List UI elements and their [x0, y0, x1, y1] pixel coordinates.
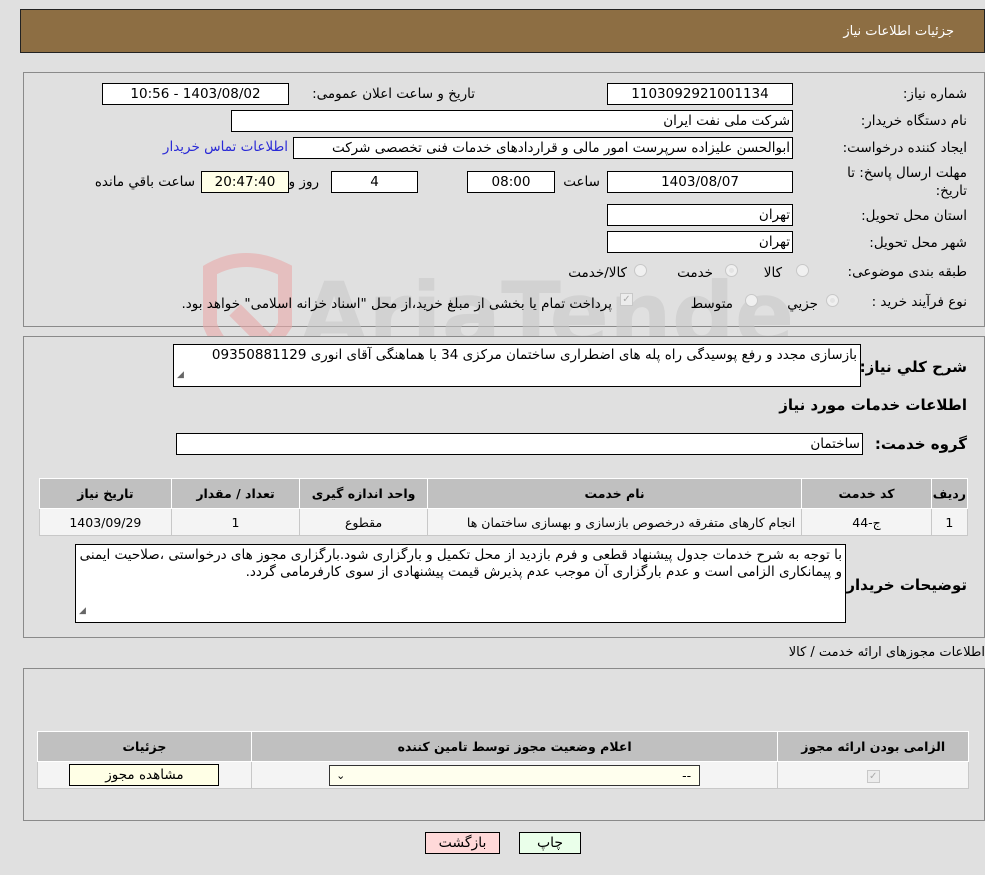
view-permit-button[interactable]: مشاهده مجوز [69, 764, 220, 786]
process-label: نوع فرآیند خرید : [871, 294, 967, 310]
col-service-name: نام خدمت [426, 478, 803, 509]
print-button[interactable]: چاپ [519, 832, 581, 854]
permit-status-select[interactable]: -- ⌄ [329, 764, 701, 786]
description-textarea[interactable]: بازسازی مجدد و رفع پوسیدگی راه پله های ا… [173, 344, 861, 387]
resize-handle-icon[interactable]: ◢ [177, 367, 184, 384]
category-option-service: خدمت [677, 265, 713, 281]
service-group-label: گروه خدمت: [874, 435, 967, 453]
table-row: 1 ج-44 انجام کارهای متفرقه درخصوص بازساز… [39, 508, 969, 536]
buyer-contact-link[interactable]: اطلاعات تماس خریدار [163, 139, 288, 155]
col-need-date: تاریخ نیاز [39, 478, 172, 509]
cell-permit-required: ✓ [777, 761, 969, 789]
cell-permit-details: مشاهده مجوز [37, 761, 252, 789]
col-permit-required: الزامی بودن ارائه مجوز [777, 731, 969, 762]
cell-service-name: انجام کارهای متفرقه درخصوص بازسازی و بهس… [426, 508, 803, 536]
cell-unit: مقطوع [299, 508, 428, 536]
treasury-note: پرداخت تمام یا بخشی از مبلغ خرید،از محل … [181, 296, 612, 312]
permit-status-value: -- [682, 767, 692, 783]
category-radio-goods[interactable] [796, 264, 809, 277]
process-option-minor: جزيي [787, 296, 818, 312]
services-section-title: اطلاعات خدمات مورد نیاز [779, 396, 967, 414]
col-service-code: کد خدمت [801, 478, 932, 509]
category-option-goods-service: کالا/خدمت [568, 265, 627, 281]
col-permit-details: جزئیات [37, 731, 252, 762]
buyer-notes-label: توضیحات خریدار: [840, 576, 967, 594]
days-label: روز و [288, 174, 319, 190]
deadline-label-line1: مهلت ارسال پاسخ: تا [847, 165, 967, 181]
province-label: استان محل تحویل: [861, 208, 967, 224]
permit-required-checkbox[interactable]: ✓ [866, 769, 880, 783]
col-row-number: ردیف [930, 478, 969, 509]
process-radio-minor[interactable] [826, 294, 839, 307]
days-remaining-field: 4 [331, 171, 418, 193]
buyer-org-label: نام دستگاه خریدار: [860, 113, 967, 129]
cell-quantity: 1 [170, 508, 301, 536]
deadline-time-field: 08:00 [467, 171, 555, 193]
cell-need-date: 1403/09/29 [39, 508, 172, 536]
city-field: تهران [607, 231, 793, 253]
creator-field: ابوالحسن علیزاده سرپرست امور مالی و قرار… [293, 137, 793, 159]
need-number-field: 1103092921001134 [607, 83, 793, 105]
category-label: طبقه بندی موضوعی: [847, 264, 967, 280]
process-option-medium: متوسط [690, 296, 733, 312]
buyer-org-field: شرکت ملی نفت ایران [231, 110, 793, 132]
permits-section-title: اطلاعات مجوزهای ارائه خدمت / کالا [788, 645, 985, 660]
service-group-field: ساختمان [176, 433, 863, 455]
deadline-label: مهلت ارسال پاسخ: تا تاریخ: [847, 164, 967, 200]
city-label: شهر محل تحویل: [869, 235, 967, 251]
col-quantity: تعداد / مقدار [170, 478, 301, 509]
need-number-label: شماره نیاز: [902, 86, 967, 102]
category-radio-goods-service[interactable] [634, 264, 647, 277]
treasury-checkbox[interactable]: ✓ [620, 293, 633, 306]
cell-row-number: 1 [930, 508, 969, 536]
description-text: بازسازی مجدد و رفع پوسیدگی راه پله های ا… [211, 347, 857, 363]
back-button[interactable]: بازگشت [425, 832, 500, 854]
remaining-time-field: 20:47:40 [201, 171, 289, 193]
col-unit: واحد اندازه گیری [299, 478, 428, 509]
page-title: جزئیات اطلاعات نیاز [843, 24, 954, 39]
col-permit-status: اعلام وضعیت مجوز توسط تامین کننده [250, 731, 779, 762]
chevron-down-icon: ⌄ [336, 768, 346, 782]
permits-table-header: الزامی بودن ارائه مجوز اعلام وضعیت مجوز … [37, 731, 969, 762]
deadline-date-field: 1403/08/07 [607, 171, 793, 193]
buyer-notes-textarea[interactable]: با توجه به شرح خدمات جدول پیشنهاد قطعی و… [75, 544, 846, 623]
announce-datetime-field: 1403/08/02 - 10:56 [102, 83, 289, 105]
province-field: تهران [607, 204, 793, 226]
table-row: ✓ -- ⌄ مشاهده مجوز [37, 761, 969, 789]
process-radio-medium[interactable] [745, 294, 758, 307]
category-radio-service[interactable] [725, 264, 738, 277]
buyer-notes-text: با توجه به شرح خدمات جدول پیشنهاد قطعی و… [79, 547, 842, 580]
announce-label: تاریخ و ساعت اعلان عمومی: [312, 86, 475, 102]
remaining-label: ساعت باقي مانده [94, 174, 195, 190]
page-header: جزئیات اطلاعات نیاز [20, 9, 985, 53]
category-option-goods: کالا [763, 265, 782, 281]
creator-label: ایجاد کننده درخواست: [842, 140, 967, 156]
services-table: ردیف کد خدمت نام خدمت واحد اندازه گیری ت… [39, 478, 969, 536]
description-label: شرح کلي نياز: [859, 358, 967, 376]
deadline-label-line2: تاریخ: [935, 183, 967, 199]
services-table-header: ردیف کد خدمت نام خدمت واحد اندازه گیری ت… [39, 478, 969, 509]
cell-service-code: ج-44 [801, 508, 932, 536]
permits-table: الزامی بودن ارائه مجوز اعلام وضعیت مجوز … [37, 731, 969, 789]
resize-handle-icon[interactable]: ◢ [79, 603, 86, 620]
time-label: ساعت [563, 174, 600, 190]
cell-permit-status: -- ⌄ [250, 761, 779, 789]
